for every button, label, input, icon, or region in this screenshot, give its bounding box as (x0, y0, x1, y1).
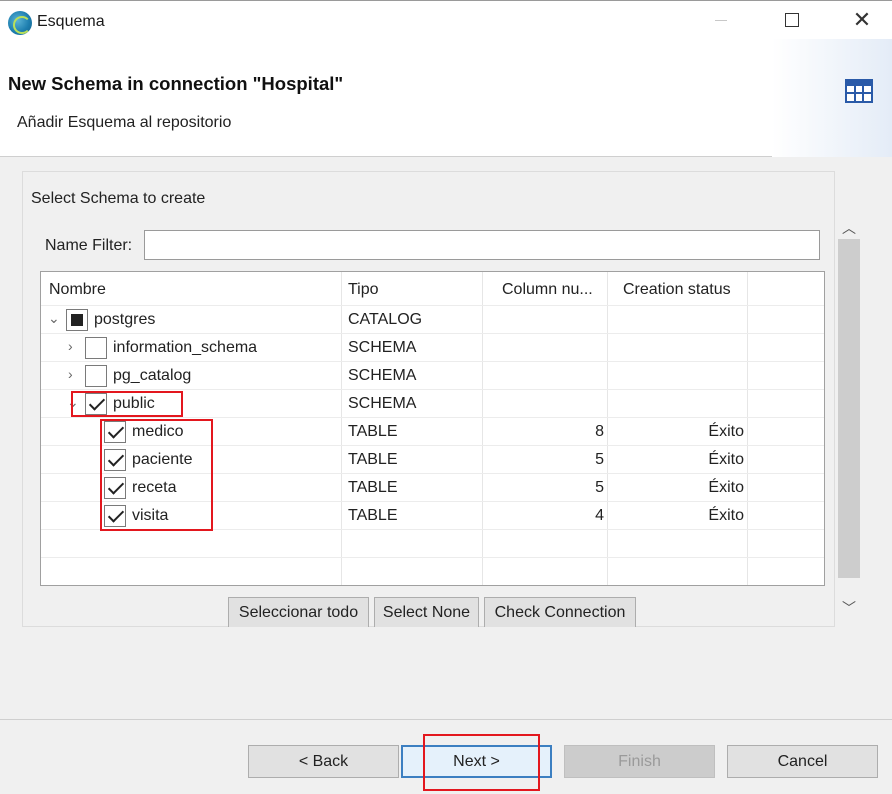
dialog-window: Esquema ✕ New Schema in connection "Hosp… (0, 0, 892, 794)
footer-separator (0, 719, 892, 720)
row-column-count: 5 (595, 451, 604, 468)
empty-row (41, 557, 824, 585)
scroll-up-icon[interactable]: ︿ (842, 221, 856, 235)
column-header-column-number[interactable]: Column nu... (502, 281, 593, 299)
back-button[interactable]: < Back (248, 745, 399, 778)
row-column-count: 5 (595, 479, 604, 496)
checkbox-pg-catalog[interactable] (85, 365, 107, 387)
column-header-creation-status[interactable]: Creation status (623, 281, 731, 299)
tree-row-pg-catalog[interactable]: › pg_catalog SCHEMA (41, 361, 824, 389)
highlight-next (423, 734, 540, 791)
row-name: pg_catalog (113, 367, 192, 384)
minimize-button[interactable] (698, 1, 744, 39)
group-title: Select Schema to create (31, 190, 206, 207)
scroll-down-icon[interactable]: ﹀ (842, 601, 856, 615)
chevron-down-icon[interactable]: ⌄ (48, 310, 60, 327)
checkbox-postgres[interactable] (66, 309, 88, 331)
maximize-button[interactable] (769, 1, 815, 39)
row-type: TABLE (348, 423, 398, 440)
chevron-right-icon[interactable]: › (68, 338, 73, 354)
row-name: postgres (94, 311, 156, 328)
close-icon: ✕ (852, 7, 872, 32)
header-gradient (772, 39, 892, 157)
close-button[interactable]: ✕ (839, 1, 885, 39)
name-filter-label: Name Filter: (45, 237, 133, 254)
row-column-count: 8 (595, 423, 604, 440)
check-connection-button[interactable]: Check Connection (484, 597, 636, 627)
row-column-count: 4 (595, 507, 604, 524)
row-type: CATALOG (348, 311, 423, 328)
title-bar: Esquema ✕ (0, 1, 892, 39)
row-creation-status: Éxito (708, 451, 744, 468)
row-type: SCHEMA (348, 395, 417, 412)
minimize-icon (715, 19, 727, 21)
table-icon (845, 79, 873, 103)
row-type: TABLE (348, 479, 398, 496)
row-type: TABLE (348, 507, 398, 524)
wizard-header: New Schema in connection "Hospital" Añad… (0, 39, 892, 157)
row-type: SCHEMA (348, 367, 417, 384)
cancel-button[interactable]: Cancel (727, 745, 878, 778)
maximize-icon (785, 13, 799, 27)
checkbox-information-schema[interactable] (85, 337, 107, 359)
row-creation-status: Éxito (708, 479, 744, 496)
highlight-public (71, 391, 183, 417)
page-title: New Schema in connection "Hospital" (8, 73, 344, 94)
row-type: TABLE (348, 451, 398, 468)
window-title: Esquema (37, 13, 105, 30)
select-none-button[interactable]: Select None (374, 597, 479, 627)
column-header-nombre[interactable]: Nombre (49, 281, 106, 299)
tree-row-postgres[interactable]: ⌄ postgres CATALOG (41, 305, 824, 333)
finish-button[interactable]: Finish (564, 745, 715, 778)
select-all-button[interactable]: Seleccionar todo (228, 597, 369, 627)
page-subtitle: Añadir Esquema al repositorio (17, 114, 232, 131)
chevron-right-icon[interactable]: › (68, 366, 73, 382)
name-filter-input[interactable] (144, 230, 820, 260)
highlight-tables (100, 419, 213, 531)
row-creation-status: Éxito (708, 423, 744, 440)
row-name: information_schema (113, 339, 258, 356)
scrollbar-thumb[interactable] (838, 239, 860, 578)
vertical-scrollbar[interactable]: ︿ ﹀ (836, 217, 862, 621)
column-header-tipo[interactable]: Tipo (348, 281, 379, 299)
empty-row (41, 529, 824, 557)
talend-app-icon (8, 11, 32, 35)
tree-row-information-schema[interactable]: › information_schema SCHEMA (41, 333, 824, 361)
row-creation-status: Éxito (708, 507, 744, 524)
row-type: SCHEMA (348, 339, 417, 356)
